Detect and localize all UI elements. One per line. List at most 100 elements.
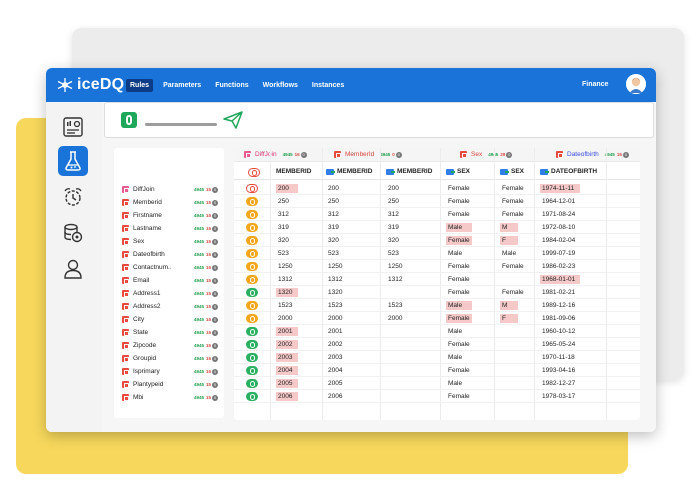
- table-row[interactable]: 2001 2001 Male 1960-10-12: [234, 325, 640, 338]
- table-cell: Female: [448, 198, 470, 205]
- target-column-icon: [500, 168, 509, 175]
- matched-count: 4945: [193, 187, 204, 192]
- table-cell: Female: [502, 289, 524, 296]
- table-cell: 1986-02-23: [542, 263, 576, 270]
- field-list-item[interactable]: Plantypeid 4945 15 0: [122, 379, 218, 390]
- table-cell: 312: [278, 211, 289, 218]
- nav-functions[interactable]: Functions: [211, 79, 252, 92]
- zero-count: 0: [212, 394, 218, 401]
- group-sex[interactable]: Sex 4945 29 0: [460, 151, 513, 158]
- main-content: DiffJoin 4945 15 0 Memberid 4945 15 0 Firstname 4…: [102, 102, 656, 432]
- group-title: MemberId: [345, 151, 375, 158]
- group-header-row: DiffJoin 4945 15 0 MemberId 4945 0 0 Sex…: [234, 148, 640, 162]
- table-row[interactable]: 1250 1250 1250 Female Female 1986-02-23: [234, 260, 640, 273]
- table-row[interactable]: 2000 2000 2000 Female F 1981-09-06: [234, 312, 640, 325]
- column-header[interactable]: MEMBERID: [276, 168, 311, 175]
- diff-count: 15: [205, 395, 211, 400]
- table-cell: Female: [448, 263, 470, 270]
- table-row[interactable]: 320 320 320 Female F 1984-02-04: [234, 234, 640, 247]
- table-cell: 1960-10-12: [542, 328, 576, 335]
- field-icon: [122, 238, 129, 245]
- table-row[interactable]: 2002 2002 Female 1965-05-24: [234, 338, 640, 351]
- table-row[interactable]: 2005 2005 Male 1982-12-27: [234, 377, 640, 390]
- field-list-item[interactable]: Zipcode 4945 15 0: [122, 340, 218, 351]
- diff-count: 15: [205, 213, 211, 218]
- column-label: MEMBERID: [397, 168, 433, 175]
- sidebar-dashboard[interactable]: [58, 112, 88, 142]
- table-cell: 523: [328, 250, 339, 257]
- table-cell: 2000: [328, 315, 343, 322]
- table-cell: 1984-02-04: [542, 237, 576, 244]
- diff-count: 15: [205, 369, 211, 374]
- source-column-icon: [446, 168, 455, 175]
- table-row[interactable]: 1312 1312 1312 Female 1968-01-01: [234, 273, 640, 286]
- sidebar-rules-lab[interactable]: [58, 146, 88, 176]
- field-list-item[interactable]: City 4945 15 0: [122, 314, 218, 325]
- field-icon: [122, 199, 129, 206]
- field-list-item[interactable]: Groupid 4945 15 0: [122, 353, 218, 364]
- field-list-item[interactable]: Firstname 4945 15 0: [122, 210, 218, 221]
- table-cell: Female: [448, 289, 470, 296]
- send-icon[interactable]: [223, 111, 243, 129]
- table-row[interactable]: 2004 2004 Female 1993-04-16: [234, 364, 640, 377]
- avatar[interactable]: [626, 74, 646, 94]
- partial-status-icon: [246, 301, 258, 310]
- diff-count: 15: [294, 152, 300, 157]
- table-row[interactable]: 312 312 312 Female Female 1971-08-24: [234, 208, 640, 221]
- diff-count: 15: [205, 226, 211, 231]
- logo[interactable]: iceDQ: [56, 76, 124, 94]
- table-row[interactable]: 1523 1523 1523 Male M 1989-12-16: [234, 299, 640, 312]
- group-diffjoin[interactable]: DiffJoin 4945 15 0: [244, 151, 307, 158]
- table-row[interactable]: 1320 1320 Female Female 1981-02-21: [234, 286, 640, 299]
- table-cell: 1523: [388, 302, 403, 309]
- nav-parameters[interactable]: Parameters: [159, 79, 205, 92]
- field-list-item[interactable]: Dateofbirth 4945 15 0: [122, 249, 218, 260]
- column-header[interactable]: DATEOFBIRTH: [540, 168, 597, 175]
- column-header[interactable]: SEX: [500, 168, 524, 175]
- field-list-item[interactable]: Lastname 4945 15 0: [122, 223, 218, 234]
- table-cell: 2004: [276, 366, 298, 375]
- nav-instances[interactable]: Instances: [308, 79, 348, 92]
- table-cell: 2000: [278, 315, 293, 322]
- table-row[interactable]: 523 523 523 Male Male 1999-07-19: [234, 247, 640, 260]
- nav-workflows[interactable]: Workflows: [259, 79, 302, 92]
- nav-rules[interactable]: Rules: [126, 79, 154, 92]
- column-header[interactable]: MEMBERID: [386, 168, 432, 175]
- group-title: DiffJoin: [255, 151, 277, 158]
- table-row[interactable]: 250 250 250 Female Female 1964-12-01: [234, 195, 640, 208]
- table-cell: [386, 392, 390, 401]
- zero-count: 0: [395, 151, 402, 158]
- field-list-item[interactable]: Email 4945 15 0: [122, 275, 218, 286]
- field-list-item[interactable]: Mbi 4945 15 0: [122, 392, 218, 403]
- group-memberid[interactable]: MemberId 4945 0 0: [334, 151, 402, 158]
- zero-count: 0: [506, 151, 513, 158]
- column-header[interactable]: SEX: [446, 168, 470, 175]
- sidebar-users[interactable]: [58, 254, 88, 284]
- column-header-row: MEMBERID MEMBERID MEMBERID SEX SEX DATEO…: [234, 164, 640, 180]
- field-name: Plantypeid: [133, 381, 164, 388]
- workspace-name[interactable]: Finance: [582, 81, 608, 88]
- field-list-item[interactable]: Contactnum.. 4945 15 0: [122, 262, 218, 273]
- group-dateofbirth[interactable]: Dateofbirth 4945 15 0: [556, 151, 629, 158]
- table-row[interactable]: 2006 2006 Female 1978-03-17: [234, 390, 640, 403]
- field-list-item[interactable]: Isprimary 4945 15 0: [122, 366, 218, 377]
- sidebar-connections[interactable]: [58, 218, 88, 248]
- matched-count: 4945: [193, 226, 204, 231]
- field-list-item[interactable]: Memberid 4945 15 0: [122, 197, 218, 208]
- table-cell: M: [500, 223, 518, 232]
- zero-count: 0: [212, 368, 218, 375]
- table-cell: [386, 353, 390, 362]
- toggle-icon[interactable]: [121, 112, 137, 128]
- field-list-item[interactable]: State 4945 15 0: [122, 327, 218, 338]
- field-list-item[interactable]: DiffJoin 4945 15 0: [122, 184, 218, 195]
- field-list-item[interactable]: Address2 4945 15 0: [122, 301, 218, 312]
- sidebar-schedule[interactable]: [58, 182, 88, 212]
- field-list-item[interactable]: Sex 4945 15 0: [122, 236, 218, 247]
- table-row[interactable]: 319 319 319 Male M 1972-08-10: [234, 221, 640, 234]
- match-status-icon: [246, 379, 258, 388]
- table-row[interactable]: 200 200 200 Female Female 1974-11-11: [234, 182, 640, 195]
- field-list-item[interactable]: Address1 4945 15 0: [122, 288, 218, 299]
- table-row[interactable]: 2003 2003 Male 1970-11-18: [234, 351, 640, 364]
- column-header[interactable]: MEMBERID: [326, 168, 372, 175]
- table-cell: 2003: [328, 354, 343, 361]
